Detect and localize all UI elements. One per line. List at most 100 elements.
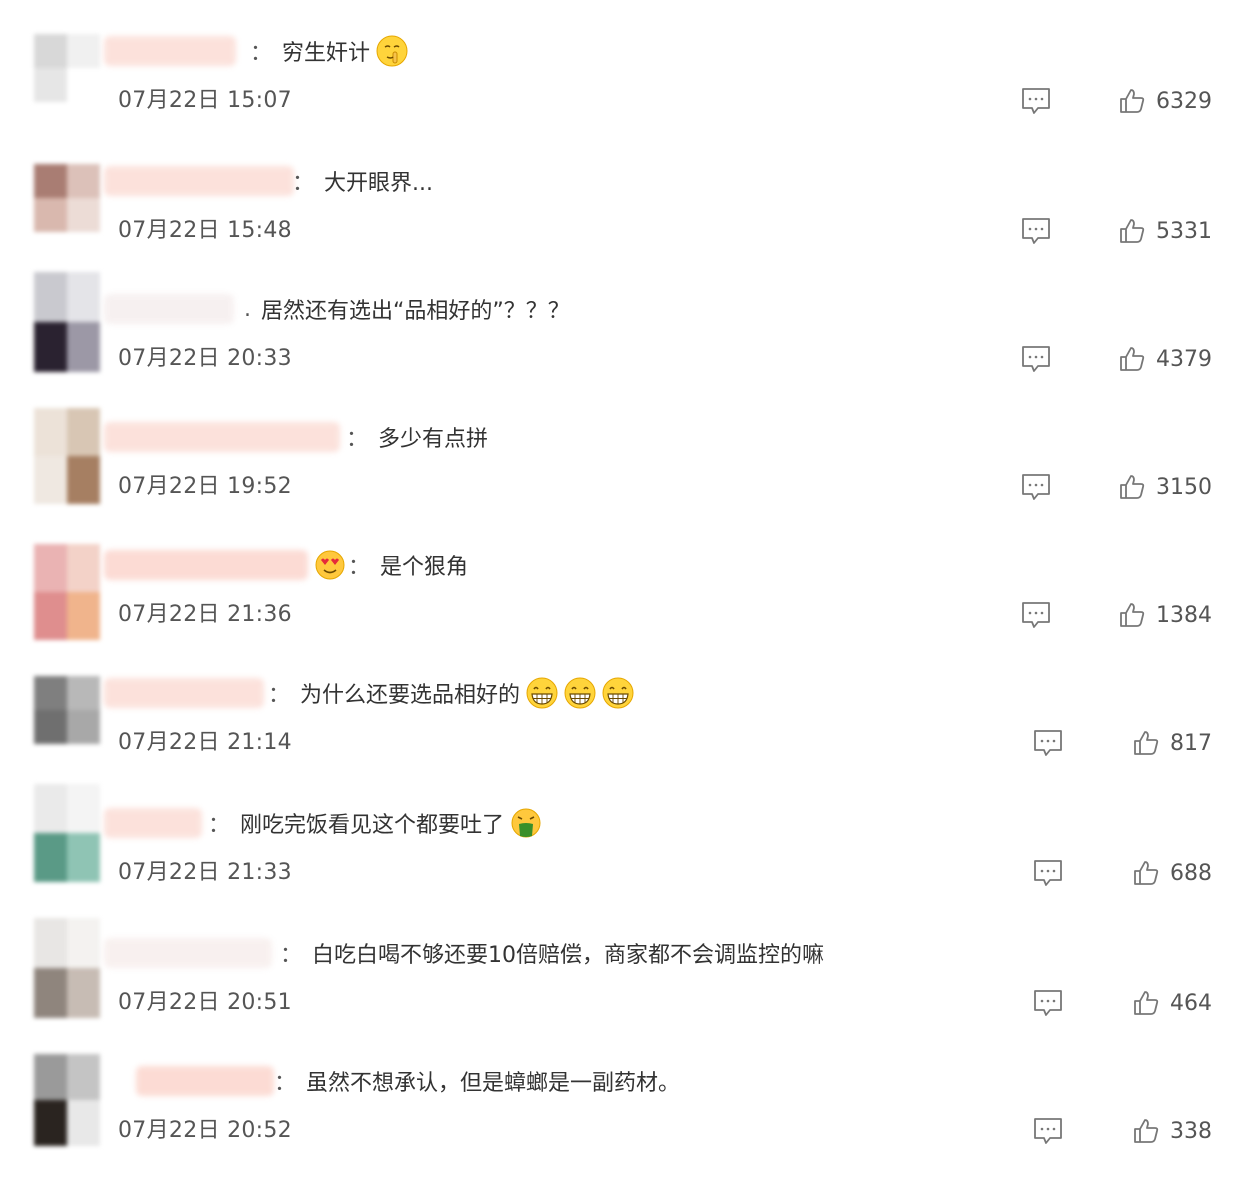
grin-emoji: [564, 677, 596, 709]
heart-eyes-emoji: [315, 550, 345, 580]
comment-item: ： 刚吃完饭看见这个都要吐了 07月22日 21:33 688: [0, 784, 1248, 935]
comment-text: 虽然不想承认，但是蟑螂是一副药材。: [306, 1071, 681, 1096]
username-blurred[interactable]: [104, 550, 308, 580]
thumbs-up-icon: [1120, 219, 1145, 243]
username-blurred[interactable]: [104, 808, 202, 838]
reply-button[interactable]: [1020, 86, 1052, 116]
comment-item: ： 大开眼界... 07月22日 15:48 5331: [0, 164, 1248, 293]
comment-text-line: ： 虽然不想承认，但是蟑螂是一副药材。: [274, 1064, 680, 1098]
thumbs-up-icon: [1120, 89, 1145, 113]
comment-item: ： 穷生奸计 07月22日 15:07 6329: [0, 34, 1248, 163]
timestamp: 07月22日 21:36: [118, 602, 292, 627]
comment-text-line: ： 是个狠角: [314, 548, 468, 582]
vomit-face-emoji: [511, 808, 541, 838]
thumbs-up-icon: [1120, 347, 1145, 371]
separator: ：: [292, 171, 315, 196]
separator: ：: [250, 41, 273, 66]
avatar[interactable]: [34, 34, 100, 102]
like-button[interactable]: 338: [1132, 1116, 1212, 1146]
comment-text: 多少有点拼: [378, 427, 489, 452]
comment-text-line: . 居然还有选出“品相好的”？？？: [244, 292, 570, 326]
comment-item: ： 是个狠角 07月22日 21:36 1384: [0, 544, 1248, 677]
like-count: 688: [1170, 860, 1212, 886]
comment-text-line: ： 大开眼界...: [292, 164, 433, 198]
reply-button[interactable]: [1032, 988, 1064, 1018]
comment-item: ： 白吃白喝不够还要10倍赔偿，商家都不会调监控的嘛 07月22日 20:51 …: [0, 918, 1248, 1065]
like-count: 817: [1170, 730, 1212, 756]
thumbs-up-icon: [1134, 991, 1159, 1015]
thumbs-up-icon: [1120, 475, 1145, 499]
grin-emoji: [526, 677, 558, 709]
separator: ：: [268, 683, 291, 708]
username-blurred[interactable]: [104, 294, 234, 324]
comment-text-line: ： 白吃白喝不够还要10倍赔偿，商家都不会调监控的嘛: [280, 936, 824, 970]
separator: ：: [346, 427, 369, 452]
timestamp: 07月22日 20:52: [118, 1118, 292, 1143]
like-button[interactable]: 3150: [1118, 472, 1212, 502]
comment-bubble-icon: [1034, 860, 1062, 886]
avatar[interactable]: [34, 676, 100, 744]
timestamp: 07月22日 21:14: [118, 730, 292, 755]
username-blurred[interactable]: [104, 166, 294, 196]
username-blurred[interactable]: [104, 938, 272, 968]
comment-text: 刚吃完饭看见这个都要吐了: [240, 813, 505, 838]
like-button[interactable]: 4379: [1118, 344, 1212, 374]
like-button[interactable]: 1384: [1118, 600, 1212, 630]
comment-text: 居然还有选出“品相好的”？？？: [261, 299, 570, 324]
like-button[interactable]: 6329: [1118, 86, 1212, 116]
separator: ：: [348, 555, 371, 580]
comment-bubble-icon: [1022, 88, 1050, 114]
comment-bubble-icon: [1034, 1118, 1062, 1144]
avatar[interactable]: [34, 1054, 100, 1146]
thumbs-up-icon: [1120, 603, 1145, 627]
avatar[interactable]: [34, 164, 100, 232]
like-count: 3150: [1156, 474, 1212, 500]
avatar[interactable]: [34, 544, 100, 640]
separator: ：: [208, 813, 231, 838]
comment-bubble-icon: [1034, 990, 1062, 1016]
like-count: 1384: [1156, 602, 1212, 628]
like-count: 5331: [1156, 218, 1212, 244]
reply-button[interactable]: [1020, 344, 1052, 374]
username-blurred[interactable]: [104, 422, 340, 452]
comment-bubble-icon: [1022, 346, 1050, 372]
comment-text-line: ： 刚吃完饭看见这个都要吐了: [208, 806, 542, 840]
like-button[interactable]: 464: [1132, 988, 1212, 1018]
username-blurred[interactable]: [136, 1066, 274, 1096]
timestamp: 07月22日 19:52: [118, 474, 292, 499]
grin-emoji: [602, 677, 634, 709]
reply-button[interactable]: [1020, 600, 1052, 630]
shush-face-emoji: [376, 35, 408, 67]
username-blurred[interactable]: [104, 36, 236, 66]
separator: ：: [280, 943, 303, 968]
username-blurred[interactable]: [104, 678, 264, 708]
like-button[interactable]: 5331: [1118, 216, 1212, 246]
timestamp: 07月22日 21:33: [118, 860, 292, 885]
comment-item: ： 虽然不想承认，但是蟑螂是一副药材。 07月22日 20:52 338: [0, 1054, 1248, 1193]
comment-text: 是个狠角: [380, 555, 469, 580]
comment-item: ： 多少有点拼 07月22日 19:52 3150: [0, 408, 1248, 549]
thumbs-up-icon: [1134, 861, 1159, 885]
like-count: 338: [1170, 1118, 1212, 1144]
avatar[interactable]: [34, 784, 100, 882]
reply-button[interactable]: [1032, 1116, 1064, 1146]
like-button[interactable]: 817: [1132, 728, 1212, 758]
like-count: 4379: [1156, 346, 1212, 372]
comment-bubble-icon: [1034, 730, 1062, 756]
reply-button[interactable]: [1020, 472, 1052, 502]
reply-button[interactable]: [1020, 216, 1052, 246]
comment-bubble-icon: [1022, 218, 1050, 244]
like-count: 464: [1170, 990, 1212, 1016]
like-button[interactable]: 688: [1132, 858, 1212, 888]
comment-text: 为什么还要选品相好的: [300, 683, 521, 708]
comment-item: ： 为什么还要选品相好的 07月22日 21:14 817: [0, 676, 1248, 805]
avatar[interactable]: [34, 272, 100, 372]
comment-bubble-icon: [1022, 602, 1050, 628]
comment-text: 穷生奸计: [282, 41, 371, 66]
timestamp: 07月22日 15:48: [118, 218, 292, 243]
reply-button[interactable]: [1032, 728, 1064, 758]
avatar[interactable]: [34, 408, 100, 504]
reply-button[interactable]: [1032, 858, 1064, 888]
comment-item: . 居然还有选出“品相好的”？？？ 07月22日 20:33 4379: [0, 272, 1248, 421]
avatar[interactable]: [34, 918, 100, 1018]
